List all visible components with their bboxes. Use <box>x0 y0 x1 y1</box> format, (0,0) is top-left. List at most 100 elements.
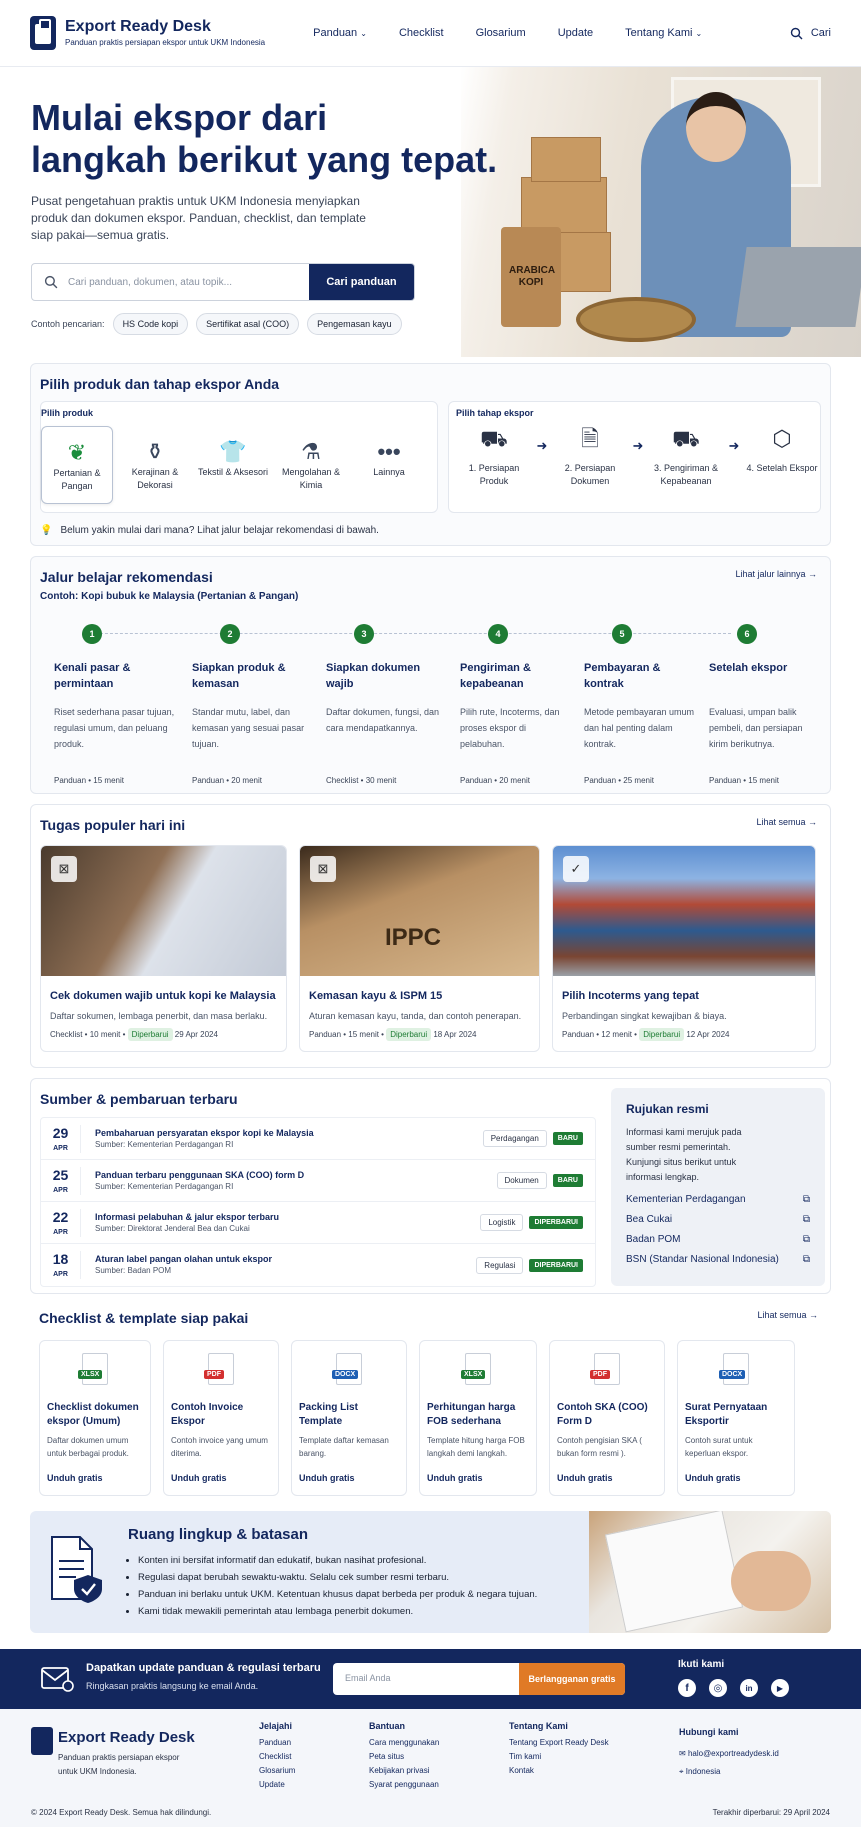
template-card[interactable]: PDF Contoh SKA (COO) Form D Contoh pengisi… <box>549 1340 665 1496</box>
hero-search-input[interactable]: Cari panduan, dokumen, atau topik... <box>32 264 309 300</box>
nav-checklist[interactable]: Checklist <box>399 27 444 39</box>
product-tekstil[interactable]: 👕 Tekstil & Aksesori <box>197 426 269 504</box>
template-card[interactable]: XLSX Checklist dokumen ekspor (Umum) Dafta… <box>39 1340 151 1496</box>
footer-link[interactable]: Kebijakan privasi <box>369 1764 439 1778</box>
example-chip[interactable]: Sertifikat asal (COO) <box>196 313 300 335</box>
ref-link[interactable]: Badan POM ⧉ <box>626 1234 810 1245</box>
facebook-icon[interactable]: f <box>678 1679 696 1697</box>
scope-point: Konten ini bersifat informatif dan eduka… <box>138 1552 537 1569</box>
source-row[interactable]: 25 APR Panduan terbaru penggunaan SKA (COO… <box>41 1160 595 1202</box>
linkedin-icon[interactable]: in <box>740 1679 758 1697</box>
mail-icon <box>41 1667 74 1692</box>
footer-link[interactable]: Tim kami <box>509 1750 609 1764</box>
product-kimia[interactable]: ⚗ Mengolahan & Kimia <box>275 426 347 504</box>
location-pin-icon: ⌖ <box>679 1767 686 1776</box>
footer-brand[interactable]: Export Ready Desk <box>58 1729 195 1746</box>
stage-setelah-ekspor[interactable]: ⬡ 4. Setelah Ekspor <box>744 428 820 475</box>
template-card[interactable]: XLSX Perhitungan harga FOB sederhana Templ… <box>419 1340 537 1496</box>
footer-link[interactable]: Panduan <box>259 1736 295 1750</box>
product-kerajinan[interactable]: ⚱ Kerajinan & Dekorasi <box>119 426 191 504</box>
template-card[interactable]: PDF Contoh Invoice Ekspor Contoh invoice y… <box>163 1340 279 1496</box>
download-link[interactable]: Unduh gratis <box>557 1473 613 1483</box>
footer-link[interactable]: Update <box>259 1778 295 1792</box>
ref-link[interactable]: BSN (Standar Nasional Indonesia) ⧉ <box>626 1254 810 1265</box>
status-badge: DIPERBARUI <box>529 1216 583 1229</box>
source-row[interactable]: 18 APR Aturan label pangan olahan untuk ek… <box>41 1244 595 1286</box>
task-photo: ⊠ IPPC <box>300 846 539 976</box>
brand[interactable]: Export Ready Desk Panduan praktis persia… <box>65 18 265 48</box>
nav-panduan[interactable]: Panduan ⌄ <box>313 27 367 39</box>
templates-more-link[interactable]: Lihat semua → <box>757 1310 818 1326</box>
path-step[interactable]: 3 Siapkan dokumen wajib Daftar dokumen, fu… <box>312 624 446 785</box>
search-guides-button[interactable]: Cari panduan <box>309 264 414 300</box>
source-text: Aturan label pangan olahan untuk ekspor S… <box>81 1254 476 1276</box>
subscribe-button[interactable]: Berlangganan gratis <box>519 1663 625 1695</box>
popular-tasks: Tugas populer hari ini Lihat semua → ⊠ C… <box>30 804 831 1068</box>
step-desc: Standar mutu, label, dan kemasan yang se… <box>192 707 305 749</box>
stage-text: 3. Pengiriman & Kepabeanan <box>653 463 719 486</box>
source-text: Informasi pelabuhan & jalur ekspor terba… <box>81 1212 480 1234</box>
footer-link[interactable]: Cara menggunakan <box>369 1736 439 1750</box>
download-link[interactable]: Unduh gratis <box>47 1473 103 1483</box>
product-lainnya[interactable]: ••• Lainnya <box>353 426 425 504</box>
path-step[interactable]: 1 Kenali pasar & permintaan Riset sederhan… <box>40 624 178 785</box>
footer-link[interactable]: Peta situs <box>369 1750 439 1764</box>
task-card[interactable]: ⊠ IPPC Kemasan kayu & ISPM 15 Aturan kema… <box>299 845 540 1052</box>
path-step[interactable]: 4 Pengiriman & kepabeanan Pilih rute, Inco… <box>446 624 570 785</box>
stage-pengiriman[interactable]: ⛟ 3. Pengiriman & Kepabeanan <box>648 428 724 488</box>
clipboard-logo-icon[interactable] <box>30 16 56 50</box>
stage-persiapan-dokumen[interactable]: 🗎 2. Persiapan Dokumen <box>552 428 628 488</box>
ref-link[interactable]: Bea Cukai ⧉ <box>626 1214 810 1225</box>
email-link[interactable]: ✉ halo@exportreadydesk.id <box>679 1747 779 1761</box>
source-row[interactable]: 22 APR Informasi pelabuhan & jalur ekspor … <box>41 1202 595 1244</box>
footer-link[interactable]: Syarat penggunaan <box>369 1778 439 1792</box>
check-icon: ✓ <box>563 856 589 882</box>
task-photo: ⊠ <box>41 846 286 976</box>
path-step[interactable]: 2 Siapkan produk & kemasan Standar mutu, l… <box>178 624 312 785</box>
nav-tentang-kami[interactable]: Tentang Kami ⌄ <box>625 27 702 39</box>
location-text: Indonesia <box>685 1767 721 1776</box>
download-link[interactable]: Unduh gratis <box>427 1473 483 1483</box>
task-type: Panduan • 12 menit • <box>562 1030 637 1039</box>
ref-link[interactable]: Kementerian Perdagangan ⧉ <box>626 1194 810 1205</box>
footer-link[interactable]: Kontak <box>509 1764 609 1778</box>
instagram-icon[interactable]: ◎ <box>709 1679 727 1697</box>
email-input[interactable]: Email Anda <box>333 1663 519 1695</box>
updated-badge: Diperbarui <box>639 1028 685 1041</box>
follow-label: Ikuti kami <box>678 1659 725 1670</box>
nav-update[interactable]: Update <box>558 27 593 39</box>
file-icon: DOCX <box>332 1353 362 1385</box>
source-row[interactable]: 29 APR Pembaharuan persyaratan ekspor kopi… <box>41 1118 595 1160</box>
product-label-text: Pertanian & Pangan <box>53 468 101 491</box>
task-meta: Panduan • 12 menit • Diperbarui 12 Apr 2… <box>562 1028 815 1041</box>
contact-title: Hubungi kami <box>679 1727 739 1737</box>
hero-description: Pusat pengetahuan praktis untuk UKM Indo… <box>31 194 366 242</box>
footer-link[interactable]: Tentang Export Ready Desk <box>509 1736 609 1750</box>
document-shield-icon <box>51 1536 102 1603</box>
file-icon: PDF <box>590 1353 620 1385</box>
date-month: APR <box>53 1144 68 1152</box>
stage-panel: Pilih tahap ekspor ⛟ 1. Persiapan Produk … <box>448 401 821 513</box>
download-link[interactable]: Unduh gratis <box>171 1473 227 1483</box>
download-link[interactable]: Unduh gratis <box>685 1473 741 1483</box>
youtube-icon[interactable]: ▶ <box>771 1679 789 1697</box>
tasks-more-link[interactable]: Lihat semua → <box>756 817 817 833</box>
path-more-link[interactable]: Lihat jalur lainnya → <box>735 569 817 585</box>
task-card[interactable]: ⊠ Cek dokumen wajib untuk kopi ke Malays… <box>40 845 287 1052</box>
nav-glosarium[interactable]: Glosarium <box>476 27 526 39</box>
template-card[interactable]: DOCX Packing List Template Template daftar… <box>291 1340 407 1496</box>
footer-link[interactable]: Glosarium <box>259 1764 295 1778</box>
header-search-button[interactable]: Cari <box>790 27 831 40</box>
product-pertanian[interactable]: ❦ Pertanian & Pangan <box>41 426 113 504</box>
scope-list: Konten ini bersifat informatif dan eduka… <box>138 1552 537 1620</box>
download-link[interactable]: Unduh gratis <box>299 1473 355 1483</box>
footer-link[interactable]: Checklist <box>259 1750 295 1764</box>
path-step[interactable]: 5 Pembayaran & kontrak Metode pembayaran u… <box>570 624 695 785</box>
example-chip[interactable]: HS Code kopi <box>112 313 189 335</box>
template-card[interactable]: DOCX Surat Pernyataan Eksportir Contoh sur… <box>677 1340 795 1496</box>
stage-persiapan-produk[interactable]: ⛟ 1. Persiapan Produk <box>456 428 532 488</box>
main-nav: Panduan ⌄ Checklist Glosarium Update Ten… <box>313 27 734 39</box>
path-step[interactable]: 6 Setelah ekspor Evaluasi, umpan balik pem… <box>695 624 815 785</box>
example-chip[interactable]: Pengemasan kayu <box>307 313 402 335</box>
task-card[interactable]: ✓ Pilih Incoterms yang tepat Perbandinga… <box>552 845 816 1052</box>
